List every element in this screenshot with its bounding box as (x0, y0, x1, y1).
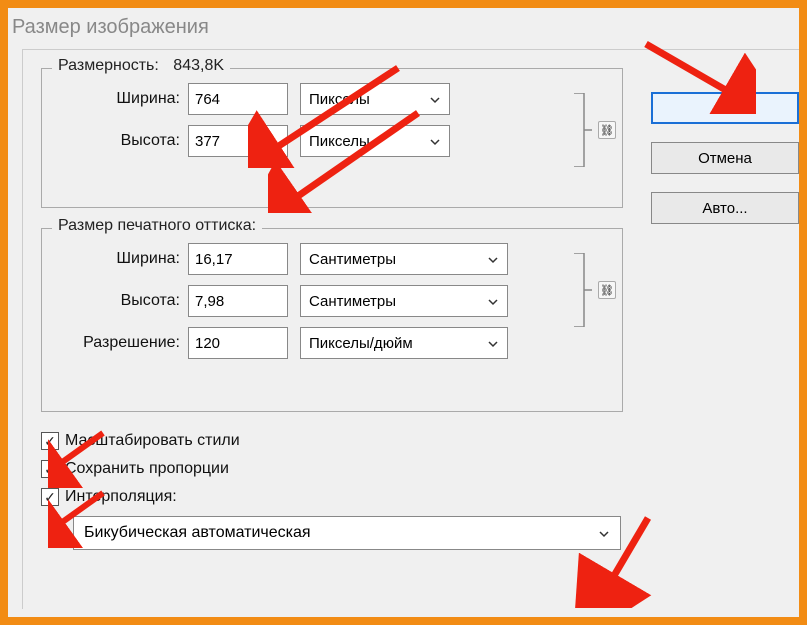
legend-text: Размерность: (58, 57, 159, 74)
pixel-height-unit-text: Пикселы (309, 133, 370, 150)
print-size-group: Размер печатного оттиска: Ширина: Сантим… (41, 228, 623, 412)
chevron-down-icon (429, 93, 441, 105)
pixel-width-label: Ширина: (60, 90, 180, 108)
print-height-input[interactable] (188, 285, 288, 317)
outer-frame: Размер изображения Размерность: 843,8K Ш… (0, 0, 807, 625)
pixel-height-input[interactable] (188, 125, 288, 157)
pixel-width-unit-select[interactable]: Пикселы (300, 83, 450, 115)
constrain-proportions-row: ✓ Сохранить пропорции (41, 460, 799, 478)
print-height-label: Высота: (60, 292, 180, 310)
filesize-text: 843,8K (173, 57, 224, 74)
print-width-row: Ширина: Сантиметры (60, 243, 604, 275)
scale-styles-row: ✓ Масштабировать стили (41, 432, 799, 450)
ok-button[interactable]: ОК (651, 92, 799, 124)
dialog-buttons: ОК Отмена Авто... (651, 92, 799, 242)
interpolation-checkbox[interactable]: ✓ (41, 488, 59, 506)
interpolation-label: Интерполяция: (65, 488, 177, 506)
resolution-unit-text: Пикселы/дюйм (309, 335, 413, 352)
pixel-height-row: Высота: Пикселы (60, 125, 604, 157)
resolution-label: Разрешение: (60, 334, 180, 352)
chevron-down-icon (598, 527, 610, 539)
print-size-legend: Размер печатного оттиска: (52, 217, 262, 235)
print-height-unit-select[interactable]: Сантиметры (300, 285, 508, 317)
pixel-height-label: Высота: (60, 132, 180, 150)
constrain-proportions-checkbox[interactable]: ✓ (41, 460, 59, 478)
interpolation-row: ✓ Интерполяция: (41, 488, 799, 506)
cancel-button[interactable]: Отмена (651, 142, 799, 174)
pixel-height-unit-select[interactable]: Пикселы (300, 125, 450, 157)
interpolation-method-text: Бикубическая автоматическая (84, 524, 311, 542)
chevron-down-icon (487, 337, 499, 349)
constrain-proportions-label: Сохранить пропорции (65, 460, 229, 478)
print-width-label: Ширина: (60, 250, 180, 268)
chevron-down-icon (487, 295, 499, 307)
chevron-down-icon (429, 135, 441, 147)
chain-link-icon[interactable]: ⛓ (598, 281, 616, 299)
resolution-unit-select[interactable]: Пикселы/дюйм (300, 327, 508, 359)
scale-styles-checkbox[interactable]: ✓ (41, 432, 59, 450)
resolution-input[interactable] (188, 327, 288, 359)
print-width-unit-text: Сантиметры (309, 251, 396, 268)
pixel-dimensions-legend: Размерность: 843,8K (52, 57, 230, 75)
chevron-down-icon (487, 253, 499, 265)
print-width-input[interactable] (188, 243, 288, 275)
dialog-title: Размер изображения (8, 8, 799, 49)
pixel-link-bracket (568, 93, 596, 167)
print-link-bracket (568, 253, 596, 327)
resolution-row: Разрешение: Пикселы/дюйм (60, 327, 604, 359)
pixel-width-input[interactable] (188, 83, 288, 115)
print-height-row: Высота: Сантиметры (60, 285, 604, 317)
scale-styles-label: Масштабировать стили (65, 432, 240, 450)
pixel-dimensions-group: Размерность: 843,8K Ширина: Пикселы Высо… (41, 68, 623, 208)
pixel-width-row: Ширина: Пикселы (60, 83, 604, 115)
print-height-unit-text: Сантиметры (309, 293, 396, 310)
chain-link-icon[interactable]: ⛓ (598, 121, 616, 139)
pixel-width-unit-text: Пикселы (309, 91, 370, 108)
print-width-unit-select[interactable]: Сантиметры (300, 243, 508, 275)
interpolation-method-select[interactable]: Бикубическая автоматическая (73, 516, 621, 550)
auto-button[interactable]: Авто... (651, 192, 799, 224)
checkbox-area: ✓ Масштабировать стили ✓ Сохранить пропо… (41, 432, 799, 506)
